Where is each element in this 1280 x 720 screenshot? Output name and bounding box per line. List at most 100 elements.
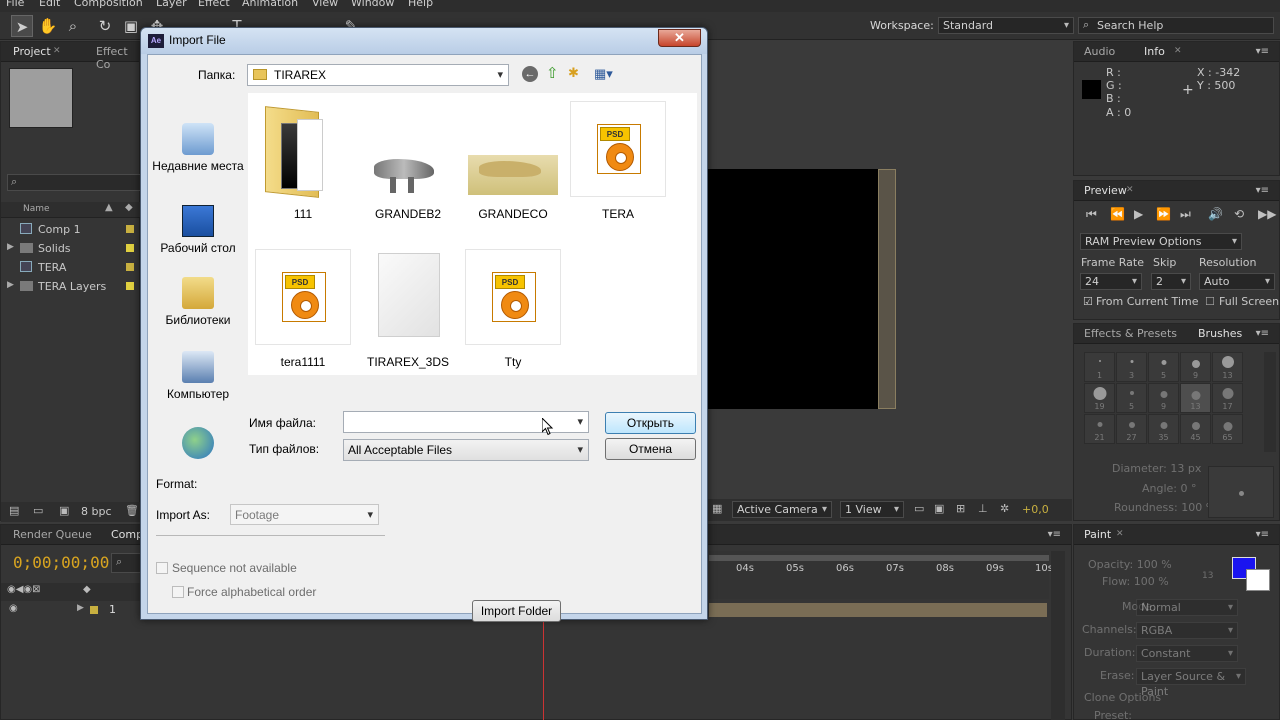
cancel-button[interactable]: Отмена	[605, 438, 696, 460]
from-current-time-checkbox[interactable]: ☑	[1083, 295, 1093, 308]
file-item[interactable]: PSD Tty	[463, 249, 563, 369]
transparency-grid-icon[interactable]: ⊞	[956, 502, 965, 515]
grid-icon[interactable]: ▦	[712, 502, 722, 515]
full-screen-checkbox[interactable]: ☐	[1205, 295, 1215, 308]
file-item[interactable]: GRANDEB2	[358, 101, 458, 221]
brush-tip[interactable]: 65	[1212, 414, 1243, 444]
brush-tip[interactable]: 27	[1116, 414, 1147, 444]
rotate-tool-icon[interactable]: ↻	[94, 15, 116, 37]
expand-arrow-icon[interactable]: ▶	[7, 280, 14, 290]
tab-render-queue[interactable]: Render Queue	[13, 528, 92, 541]
brush-tip[interactable]: 35	[1148, 414, 1179, 444]
column-name[interactable]: Name	[23, 204, 50, 214]
camera-tool-icon[interactable]: ▣	[120, 15, 142, 37]
open-button[interactable]: Открыть	[605, 412, 696, 434]
tab-composition[interactable]: Comp	[111, 528, 143, 541]
project-search-input[interactable]: ⌕	[7, 174, 141, 191]
layer-duration-bar[interactable]	[709, 603, 1047, 617]
exposure-value[interactable]: +0,0	[1022, 503, 1049, 516]
new-folder-icon[interactable]: ▭	[33, 504, 43, 517]
file-item[interactable]: TIRAREX_3DS	[358, 249, 458, 369]
search-help-input[interactable]: Search Help	[1097, 19, 1163, 32]
selection-tool-icon[interactable]: ➤	[11, 15, 33, 37]
menu-help[interactable]: Help	[408, 0, 433, 9]
brush-tip[interactable]: 3	[1116, 352, 1147, 382]
label-color[interactable]	[126, 244, 134, 252]
label-icon[interactable]: ◆	[83, 584, 91, 595]
menu-view[interactable]: View	[312, 0, 338, 9]
previous-frame-icon[interactable]: ⏪	[1110, 207, 1125, 221]
current-time-indicator[interactable]	[543, 619, 544, 720]
new-folder-icon[interactable]: ✱	[568, 65, 579, 81]
play-icon[interactable]: ▶	[1134, 207, 1143, 221]
place-desktop[interactable]: Рабочий стол	[148, 205, 248, 255]
label-color[interactable]	[90, 606, 98, 614]
brush-tip[interactable]: 13	[1212, 352, 1243, 382]
channels-select[interactable]: RGBA	[1136, 622, 1238, 639]
search-help-box[interactable]: ⌕ Search Help	[1078, 17, 1274, 34]
sort-icon[interactable]: ▲	[105, 202, 113, 213]
bit-depth[interactable]: 8 bpc	[81, 505, 112, 518]
time-ruler[interactable]: 04s 05s 06s 07s 08s 09s 10s	[709, 551, 1053, 599]
list-item[interactable]: ▶ Solids	[1, 239, 141, 258]
flowchart-icon[interactable]: ⊥	[978, 502, 988, 515]
ram-preview-icon[interactable]: ▶▶	[1258, 207, 1276, 221]
duration-select[interactable]: Constant	[1136, 645, 1238, 662]
paint-opacity[interactable]: Opacity: 100 %	[1088, 558, 1172, 571]
tab-effects-presets[interactable]: Effects & Presets	[1084, 327, 1177, 340]
place-network[interactable]	[148, 427, 248, 463]
close-icon[interactable]: ✕	[1174, 46, 1182, 56]
dialog-titlebar[interactable]: Ae Import File ✕	[141, 28, 707, 54]
fast-previews-icon[interactable]: ▣	[934, 502, 944, 515]
table-row[interactable]: ◉ ▶ 1	[1, 601, 141, 619]
frame-rate-select[interactable]: 24	[1080, 273, 1142, 290]
skip-select[interactable]: 2	[1151, 273, 1191, 290]
av-features-icon[interactable]: ◉◀◉⊠	[7, 584, 41, 595]
import-folder-button[interactable]: Import Folder	[472, 600, 561, 622]
loop-icon[interactable]: ⟲	[1234, 207, 1244, 221]
brush-tip[interactable]: 21	[1084, 414, 1115, 444]
brush-tip[interactable]: 45	[1180, 414, 1211, 444]
menu-window[interactable]: Window	[351, 0, 394, 9]
toggle-pixel-aspect-icon[interactable]: ▭	[914, 502, 924, 515]
tab-project[interactable]: Project	[13, 45, 51, 58]
menu-composition[interactable]: Composition	[74, 0, 143, 9]
timeline-search-input[interactable]: ⌕	[111, 553, 141, 573]
close-icon[interactable]: ✕	[1126, 185, 1134, 195]
brush-tip[interactable]: 1	[1084, 352, 1115, 382]
tab-brushes[interactable]: Brushes	[1198, 327, 1242, 340]
tab-effect-controls[interactable]: Effect Co	[96, 45, 139, 71]
up-folder-icon[interactable]: ⇧	[546, 64, 559, 82]
background-color[interactable]	[1246, 569, 1270, 591]
work-area-bar[interactable]	[709, 555, 1049, 561]
clone-options-label[interactable]: Clone Options	[1084, 691, 1161, 704]
panel-menu-icon[interactable]: ▾≡	[1048, 529, 1061, 540]
timeline-scrollbar[interactable]	[1051, 551, 1065, 720]
current-timecode[interactable]: 0;00;00;00	[13, 553, 109, 572]
file-item[interactable]: PSD tera1111	[253, 249, 353, 369]
ram-preview-options-select[interactable]: RAM Preview Options	[1080, 233, 1242, 250]
paint-flow[interactable]: Flow: 100 %	[1102, 575, 1169, 588]
menu-layer[interactable]: Layer	[156, 0, 187, 9]
menu-animation[interactable]: Animation	[242, 0, 298, 9]
interpret-footage-icon[interactable]: ▤	[9, 504, 19, 517]
file-item[interactable]: 111	[253, 101, 353, 221]
brush-tip[interactable]: 5	[1116, 383, 1147, 413]
sequence-checkbox[interactable]	[156, 562, 168, 574]
hand-tool-icon[interactable]: ✋	[37, 15, 59, 37]
menu-effect[interactable]: Effect	[198, 0, 230, 9]
trash-icon[interactable]: 🗑	[125, 504, 139, 517]
list-item[interactable]: TERA	[1, 258, 141, 277]
list-item[interactable]: Comp 1	[1, 220, 141, 239]
list-item[interactable]: ▶ TERA Layers	[1, 277, 141, 296]
active-camera-select[interactable]: Active Camera	[732, 501, 832, 518]
panel-menu-icon[interactable]: ▾≡	[1256, 328, 1269, 339]
brush-tip[interactable]: 17	[1212, 383, 1243, 413]
brush-tip[interactable]: 9	[1148, 383, 1179, 413]
panel-menu-icon[interactable]: ▾≡	[1256, 529, 1269, 540]
back-icon[interactable]: ←	[522, 66, 538, 82]
expand-arrow-icon[interactable]: ▶	[77, 603, 84, 613]
label-color[interactable]	[126, 225, 134, 233]
look-in-select[interactable]: TIRAREX	[247, 64, 509, 86]
import-as-select[interactable]: Footage	[230, 504, 379, 525]
